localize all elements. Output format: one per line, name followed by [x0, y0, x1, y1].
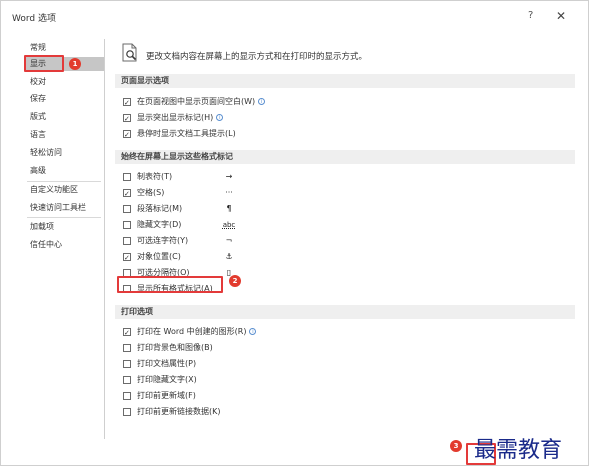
option-label: 打印前更新链接数据(K) [137, 407, 221, 416]
section-print-options: 打印选项 [115, 305, 575, 319]
space-dots-icon: ··· [225, 188, 233, 197]
option-label: 段落标记(M) [137, 204, 183, 213]
sidebar-item-trust-center[interactable]: 信任中心 [25, 238, 104, 252]
section-page-display: 页面显示选项 [115, 74, 575, 88]
display-options-panel: 更改文档内容在屏幕上的显示方式和在打印时的显示方式。 页面显示选项 在页面视图中… [115, 39, 575, 459]
annotation-highlight-display [24, 55, 64, 72]
title-bar: Word 选项 ? ✕ [1, 1, 588, 29]
checkbox[interactable] [123, 237, 131, 245]
document-magnifier-icon [122, 43, 137, 62]
sidebar-divider [27, 181, 101, 182]
help-button[interactable]: ? [528, 10, 533, 21]
sidebar-item-proofing[interactable]: 校对 [25, 75, 104, 89]
info-icon: i [249, 328, 257, 335]
sidebar-item-accessibility[interactable]: 轻松访问 [25, 146, 104, 160]
checkbox[interactable] [123, 408, 131, 416]
info-icon: i [258, 98, 266, 105]
sidebar-item-general[interactable]: 常规 [25, 41, 104, 55]
checkbox[interactable] [123, 112, 131, 126]
option-label: 可选连字符(Y) [137, 236, 189, 245]
intro-text: 更改文档内容在屏幕上的显示方式和在打印时的显示方式。 [146, 52, 368, 62]
checkbox[interactable] [123, 128, 131, 142]
option-label: 制表符(T) [137, 172, 173, 181]
option-label: 空格(S) [137, 188, 165, 197]
checkbox[interactable] [123, 205, 131, 213]
option-label: 打印文档属性(P) [137, 359, 197, 368]
info-icon: i [216, 114, 224, 121]
anchor-icon: ⚓ [225, 252, 233, 261]
hidden-text-icon: abc [222, 221, 236, 229]
pilcrow-icon: ¶ [226, 204, 232, 213]
word-options-dialog: Word 选项 ? ✕ 常规 显示 校对 保存 版式 语言 轻松访问 高级 自定… [0, 0, 589, 466]
checkbox[interactable] [123, 187, 131, 201]
sidebar-item-advanced[interactable]: 高级 [25, 164, 104, 178]
checkbox[interactable] [123, 251, 131, 265]
annotation-highlight-show-all-marks [117, 276, 223, 293]
tab-arrow-icon: → [225, 172, 233, 181]
close-button[interactable]: ✕ [556, 9, 566, 23]
checkbox[interactable] [123, 392, 131, 400]
sidebar-item-customize-ribbon[interactable]: 自定义功能区 [25, 183, 104, 197]
checkbox[interactable] [123, 376, 131, 384]
checkbox[interactable] [123, 173, 131, 181]
sidebar-divider [27, 217, 101, 218]
sidebar-item-save[interactable]: 保存 [25, 92, 104, 106]
option-label: 对象位置(C) [137, 252, 181, 261]
option-label: 打印在 Word 中创建的图形(R) [137, 327, 247, 336]
sidebar-item-language[interactable]: 语言 [25, 128, 104, 142]
sidebar-item-quick-access-toolbar[interactable]: 快速访问工具栏 [25, 201, 104, 215]
checkbox[interactable] [123, 326, 131, 340]
checkbox[interactable] [123, 96, 131, 110]
sidebar-item-add-ins[interactable]: 加载项 [25, 220, 104, 234]
option-label: 悬停时显示文档工具提示(L) [137, 129, 236, 138]
section-formatting-marks: 始终在屏幕上显示这些格式标记 [115, 150, 575, 164]
sidebar-item-layout[interactable]: 版式 [25, 110, 104, 124]
step-badge-2: 2 [229, 275, 241, 287]
step-badge-1: 1 [69, 58, 81, 70]
option-label: 在页面视图中显示页面间空白(W) [137, 97, 256, 106]
checkbox[interactable] [123, 344, 131, 352]
watermark-logo: 最需教育 [474, 438, 563, 463]
step-badge-3: 3 [450, 440, 462, 452]
option-label: 隐藏文字(D) [137, 220, 182, 229]
option-label: 显示突出显示标记(H) [137, 113, 214, 122]
dialog-title: Word 选项 [12, 14, 56, 24]
optional-hyphen-icon: ¬ [225, 236, 233, 245]
checkbox[interactable] [123, 360, 131, 368]
options-sidebar: 常规 显示 校对 保存 版式 语言 轻松访问 高级 自定义功能区 快速访问工具栏… [25, 39, 105, 439]
option-label: 打印前更新域(F) [137, 391, 196, 400]
checkbox[interactable] [123, 221, 131, 229]
option-label: 打印隐藏文字(X) [137, 375, 197, 384]
option-label: 打印背景色和图像(B) [137, 343, 213, 352]
